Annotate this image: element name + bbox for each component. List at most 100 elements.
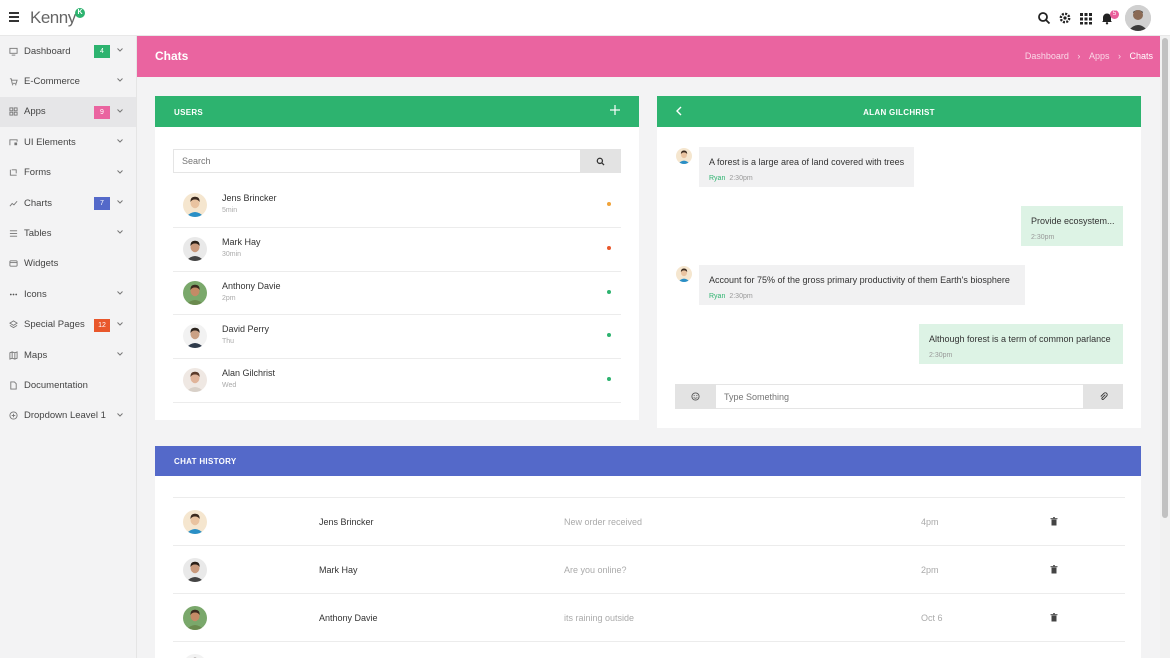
- user-list: Jens Brincker 5min Mark Hay 30min Anthony Da…: [173, 184, 621, 403]
- layers-icon: [9, 320, 18, 329]
- sidebar-item-forms[interactable]: Forms: [0, 158, 136, 188]
- users-panel-title: USERS: [174, 108, 204, 117]
- message-input[interactable]: [717, 385, 1077, 408]
- chevron-down-icon[interactable]: [116, 320, 124, 328]
- user-list-item[interactable]: Alan Gilchrist Wed: [173, 359, 621, 403]
- sidebar-item-dashboard[interactable]: Dashboard 4: [0, 36, 136, 66]
- sidebar-item-charts[interactable]: Charts 7: [0, 188, 136, 218]
- chevron-down-icon[interactable]: [116, 228, 124, 236]
- status-dot: [607, 377, 611, 382]
- sidebar-item-label: Tables: [24, 228, 52, 240]
- chevron-down-icon[interactable]: [116, 76, 124, 84]
- scrollbar-thumb[interactable]: [1162, 38, 1168, 518]
- chevron-down-icon[interactable]: [116, 46, 124, 54]
- chat-history-row[interactable]: Jens Brincker New order received 4pm: [173, 498, 1125, 546]
- status-dot: [607, 202, 611, 206]
- search-icon: [596, 157, 605, 165]
- apps-grid-icon[interactable]: [1079, 11, 1093, 25]
- forms-icon: [9, 168, 18, 177]
- history-time: Oct 6: [921, 613, 943, 623]
- menu-toggle-icon[interactable]: [9, 12, 19, 22]
- attach-button[interactable]: [1083, 384, 1123, 409]
- breadcrumb-apps[interactable]: Apps: [1089, 51, 1110, 61]
- sidebar-item-tables[interactable]: Tables: [0, 218, 136, 248]
- message-time: 2:30pm: [929, 352, 953, 359]
- logo-badge: K: [75, 8, 85, 18]
- sidebar-item-dropdown-leavel-1[interactable]: Dropdown Leavel 1: [0, 401, 136, 431]
- paperclip-icon: [1099, 392, 1108, 400]
- chevron-down-icon[interactable]: [116, 107, 124, 115]
- sidebar-item-widgets[interactable]: Widgets: [0, 249, 136, 279]
- message-text: Account for 75% of the gross primary pro…: [709, 275, 1010, 285]
- chat-history-row[interactable]: Anthony Davie its raining outside Oct 6: [173, 594, 1125, 642]
- elements-icon: [9, 138, 18, 147]
- sidebar-item-icons[interactable]: Icons: [0, 279, 136, 309]
- monitor-icon: [9, 47, 18, 56]
- chat-history-title: CHAT HISTORY: [174, 457, 237, 466]
- history-time: 4pm: [921, 517, 939, 527]
- breadcrumb: Dashboard › Apps › Chats: [1019, 51, 1153, 61]
- sidebar-item-apps[interactable]: Apps 9: [0, 96, 136, 128]
- status-dot: [607, 245, 611, 250]
- history-avatar: [183, 654, 207, 658]
- user-list-item[interactable]: Jens Brincker 5min: [173, 184, 621, 228]
- page-scrollbar[interactable]: [1160, 36, 1170, 658]
- chat-history-header: CHAT HISTORY: [155, 446, 1141, 476]
- history-avatar: [183, 558, 207, 582]
- user-list-item[interactable]: David Perry Thu: [173, 315, 621, 360]
- sidebar-count-badge: 9: [94, 105, 110, 119]
- breadcrumb-current: Chats: [1129, 51, 1153, 61]
- user-avatar: [183, 236, 207, 261]
- trash-icon[interactable]: [1050, 517, 1058, 526]
- sidebar-item-maps[interactable]: Maps: [0, 340, 136, 370]
- sidebar-count-badge: 7: [94, 196, 110, 210]
- plus-circle-icon: [9, 411, 18, 420]
- user-list-item[interactable]: Anthony Davie 2pm: [173, 272, 621, 316]
- message-time: 2:30pm: [729, 175, 753, 182]
- user-name: Jens Brincker: [222, 193, 277, 203]
- chart-icon: [9, 199, 18, 208]
- history-message: New order received: [564, 517, 643, 527]
- user-avatar: [183, 324, 207, 349]
- user-name: Mark Hay: [222, 236, 261, 247]
- sidebar-item-e-commerce[interactable]: E-Commerce: [0, 66, 136, 96]
- search-button[interactable]: [580, 149, 621, 173]
- chat-panel: ALAN GILCHRIST A forest is a large area …: [657, 96, 1141, 428]
- user-list-item[interactable]: Mark Hay 30min: [173, 228, 621, 272]
- chevron-down-icon[interactable]: [116, 137, 124, 145]
- sidebar-item-special-pages[interactable]: Special Pages 12: [0, 310, 136, 340]
- user-avatar[interactable]: [1125, 5, 1151, 31]
- app-logo[interactable]: Kenny: [30, 8, 76, 28]
- chat-history-row[interactable]: Mark Hay Are you online? 2pm: [173, 546, 1125, 594]
- sidebar-item-label: Dashboard: [24, 45, 71, 57]
- emoji-button[interactable]: [675, 384, 716, 409]
- trash-icon[interactable]: [1050, 565, 1058, 574]
- sidebar-item-documentation[interactable]: Documentation: [0, 370, 136, 400]
- history-name: Mark Hay: [319, 565, 358, 575]
- users-panel: USERS Jens Brincker 5min Mark Hay 30min Anth…: [155, 96, 639, 420]
- user-name: Anthony Davie: [222, 280, 281, 291]
- page-title: Chats: [155, 49, 189, 63]
- search-input[interactable]: [174, 150, 579, 172]
- gear-icon[interactable]: [1058, 11, 1072, 25]
- search-icon[interactable]: [1037, 11, 1051, 25]
- sidebar-item-label: Icons: [24, 288, 47, 300]
- history-name: Anthony Davie: [319, 613, 378, 623]
- chevron-down-icon[interactable]: [116, 168, 124, 176]
- chevron-down-icon[interactable]: [116, 198, 124, 206]
- cart-icon: [9, 77, 18, 86]
- chevron-down-icon[interactable]: [116, 289, 124, 297]
- trash-icon[interactable]: [1050, 613, 1058, 622]
- outgoing-message: Provide ecosystem... 2:30pm: [1021, 206, 1123, 246]
- chevron-down-icon[interactable]: [116, 411, 124, 419]
- sidebar-item-ui-elements[interactable]: UI Elements: [0, 127, 136, 157]
- user-avatar: [183, 193, 207, 217]
- chat-history-list: Jens Brincker New order received 4pm Mark H…: [173, 497, 1125, 658]
- add-user-icon[interactable]: [610, 105, 620, 115]
- chevron-down-icon[interactable]: [116, 350, 124, 358]
- breadcrumb-dashboard[interactable]: Dashboard: [1025, 51, 1069, 61]
- message-meta: Ryan 2:30pm: [709, 175, 753, 182]
- history-avatar: [183, 606, 207, 630]
- user-last-seen: Thu: [222, 338, 235, 346]
- sidebar-item-label: Widgets: [24, 258, 59, 270]
